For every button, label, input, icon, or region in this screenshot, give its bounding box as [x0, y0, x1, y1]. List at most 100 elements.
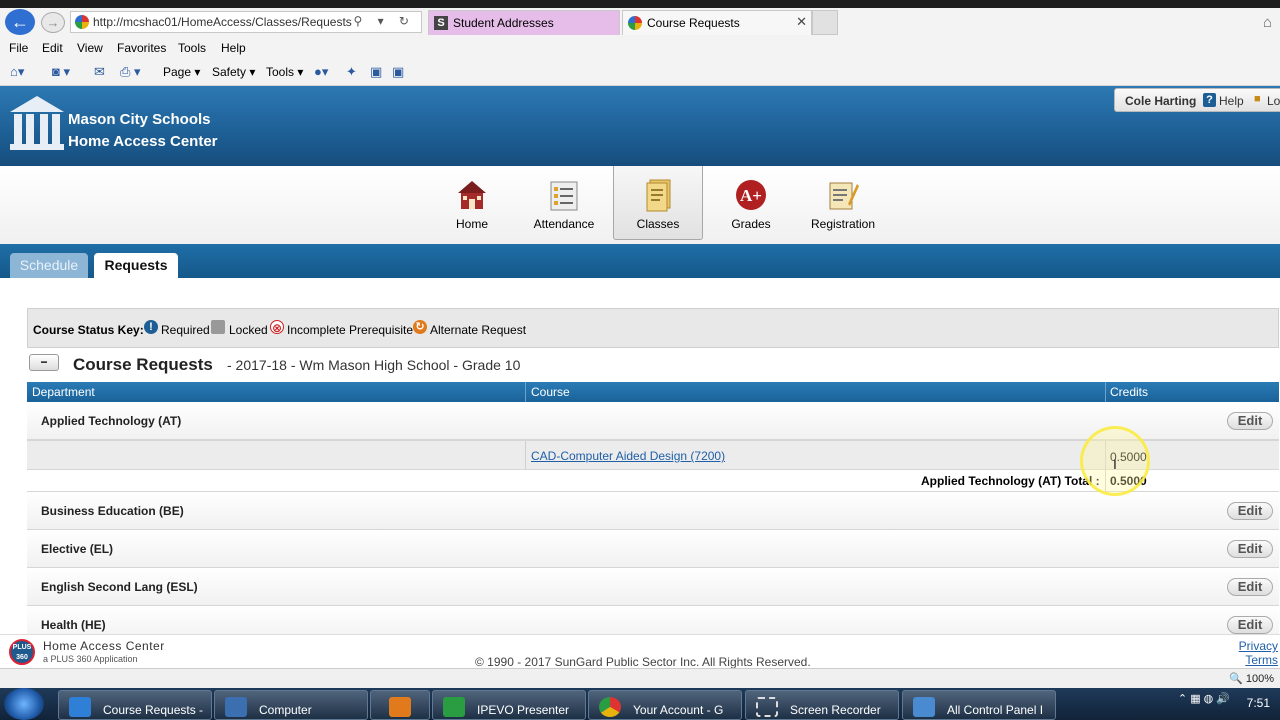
- svg-text:A+: A+: [740, 186, 762, 205]
- address-bar[interactable]: http://mcshac01/HomeAccess/Classes/Reque…: [70, 11, 422, 33]
- edit-button[interactable]: Edit: [1227, 616, 1273, 634]
- onenote-linked-icon[interactable]: ▣: [392, 64, 404, 80]
- back-button[interactable]: ←: [5, 9, 35, 35]
- taskbar-item-ie[interactable]: Course Requests -: [58, 690, 212, 720]
- new-tab-button[interactable]: [812, 10, 838, 35]
- taskbar-label: Your Account - G: [633, 703, 724, 717]
- taskbar-item-chrome[interactable]: Your Account - G: [588, 690, 742, 720]
- tab-student-addresses[interactable]: S Student Addresses: [428, 10, 620, 35]
- close-icon[interactable]: ✕: [796, 14, 807, 30]
- taskbar-item-ipevo[interactable]: IPEVO Presenter: [432, 690, 586, 720]
- incomplete-prereq-icon: ⊗: [270, 320, 284, 335]
- user-name[interactable]: Cole Harting: [1125, 94, 1196, 108]
- start-button[interactable]: [4, 688, 44, 720]
- alternate-request-icon: ↻: [413, 320, 427, 334]
- required-icon: !: [144, 320, 158, 334]
- section-title: Course Requests: [73, 355, 213, 374]
- menu-favorites[interactable]: Favorites: [117, 41, 166, 55]
- footer-tagline: a PLUS 360 Application: [43, 654, 138, 664]
- screen-recorder-icon: [756, 697, 778, 717]
- menu-tools[interactable]: Tools: [178, 41, 206, 55]
- menu-edit[interactable]: Edit: [42, 41, 63, 55]
- tab-requests[interactable]: Requests: [94, 253, 178, 278]
- menu-file[interactable]: File: [9, 41, 28, 55]
- column-department: Department: [32, 385, 95, 399]
- taskbar-label: Computer: [259, 703, 312, 717]
- logout-link[interactable]: Lo: [1267, 94, 1280, 108]
- mail-icon[interactable]: ✉: [94, 64, 105, 80]
- help-icon[interactable]: ?: [1203, 93, 1216, 107]
- edit-button[interactable]: Edit: [1227, 540, 1273, 558]
- tab-title: Student Addresses: [453, 16, 554, 30]
- dept-name: Business Education (BE): [41, 504, 184, 518]
- taskbar-label: Course Requests -: [103, 703, 204, 717]
- windows-taskbar: Course Requests - Computer IPEVO Present…: [0, 688, 1280, 720]
- page-menu[interactable]: Page ▾: [163, 65, 200, 79]
- computer-icon: [225, 697, 247, 717]
- copyright: © 1990 - 2017 SunGard Public Sector Inc.…: [475, 655, 811, 669]
- taskbar-item-control-panel[interactable]: All Control Panel I: [902, 690, 1056, 720]
- dept-name: Elective (EL): [41, 542, 114, 556]
- dept-row: Business Education (BE) Edit: [27, 492, 1279, 530]
- lock-icon: ■: [1254, 93, 1261, 105]
- user-box: Cole Harting ? Help ■ Lo: [1114, 88, 1280, 112]
- edit-button[interactable]: Edit: [1227, 578, 1273, 596]
- edit-button[interactable]: Edit: [1227, 502, 1273, 520]
- column-course: Course: [531, 385, 570, 399]
- taskbar-item-media[interactable]: [370, 690, 430, 720]
- section-subtitle: - 2017-18 - Wm Mason High School - Grade…: [227, 357, 521, 373]
- dept-name: English Second Lang (ESL): [41, 580, 198, 594]
- zoom-level[interactable]: 🔍 100%: [1229, 672, 1274, 685]
- nav-label: Home: [455, 217, 488, 231]
- extension-icon[interactable]: ✦: [346, 64, 357, 80]
- terms-link[interactable]: Terms: [1245, 653, 1278, 667]
- course-link[interactable]: CAD-Computer Aided Design (7200): [531, 449, 725, 463]
- nav-home[interactable]: Home: [427, 166, 517, 240]
- grades-icon: A+: [736, 180, 766, 210]
- taskbar-label: Screen Recorder: [790, 703, 881, 717]
- collapse-button[interactable]: −: [29, 354, 59, 371]
- status-key-label: Course Status Key:: [33, 323, 144, 337]
- home-icon[interactable]: ⌂: [1263, 14, 1272, 31]
- taskbar-item-recorder[interactable]: Screen Recorder: [745, 690, 899, 720]
- status-locked: Locked: [229, 323, 268, 337]
- nav-classes[interactable]: Classes: [613, 166, 703, 240]
- search-refresh-icon[interactable]: ⚲ ▾ ↻: [353, 14, 415, 28]
- edit-button[interactable]: Edit: [1227, 412, 1273, 430]
- address-row: ← → http://mcshac01/HomeAccess/Classes/R…: [0, 8, 1280, 38]
- url-text[interactable]: http://mcshac01/HomeAccess/Classes/Reque…: [93, 15, 352, 29]
- dept-name: Health (HE): [41, 618, 106, 632]
- chrome-icon: [599, 697, 621, 717]
- feeds-icon[interactable]: ◙ ▾: [52, 64, 70, 80]
- taskbar-item-computer[interactable]: Computer: [214, 690, 368, 720]
- course-status-key: Course Status Key: ! Required Locked ⊗ I…: [27, 308, 1279, 348]
- attendance-icon: [550, 181, 578, 211]
- tools-menu[interactable]: Tools ▾: [266, 65, 303, 79]
- text-cursor-icon: I: [1113, 456, 1117, 472]
- onenote-icon[interactable]: ▣: [370, 64, 382, 80]
- tab-course-requests[interactable]: Course Requests ✕: [622, 10, 812, 35]
- sub-tabs: Schedule Requests: [0, 244, 1280, 278]
- tab-schedule[interactable]: Schedule: [10, 253, 88, 278]
- help-circle-icon[interactable]: ●▾: [314, 64, 328, 80]
- dept-row: Health (HE) Edit: [27, 606, 1279, 634]
- forward-button[interactable]: →: [41, 12, 65, 33]
- print-icon[interactable]: ⎙ ▾: [120, 64, 141, 80]
- app-name: Home Access Center: [68, 133, 218, 150]
- column-credits: Credits: [1110, 385, 1149, 399]
- help-link[interactable]: Help: [1219, 94, 1244, 108]
- safety-menu[interactable]: Safety ▾: [212, 65, 255, 79]
- privacy-link[interactable]: Privacy: [1239, 639, 1278, 653]
- nav-registration[interactable]: Registration: [798, 166, 888, 240]
- menu-help[interactable]: Help: [221, 41, 246, 55]
- nav-grades[interactable]: A+ Grades: [706, 166, 796, 240]
- status-required: Required: [161, 323, 210, 337]
- command-bar: ⌂▾ ◙ ▾ ✉ ⎙ ▾ Page ▾ Safety ▾ Tools ▾ ●▾ …: [0, 60, 1280, 86]
- clock[interactable]: 7:51: [1247, 696, 1270, 710]
- org-name: Mason City Schools: [68, 111, 211, 128]
- nav-label: Classes: [636, 217, 680, 231]
- nav-attendance[interactable]: Attendance: [519, 166, 609, 240]
- home-icon[interactable]: ⌂▾: [10, 64, 24, 80]
- system-tray-icons[interactable]: ⌃ ▦ ◍ 🔊: [1178, 692, 1230, 705]
- menu-view[interactable]: View: [77, 41, 103, 55]
